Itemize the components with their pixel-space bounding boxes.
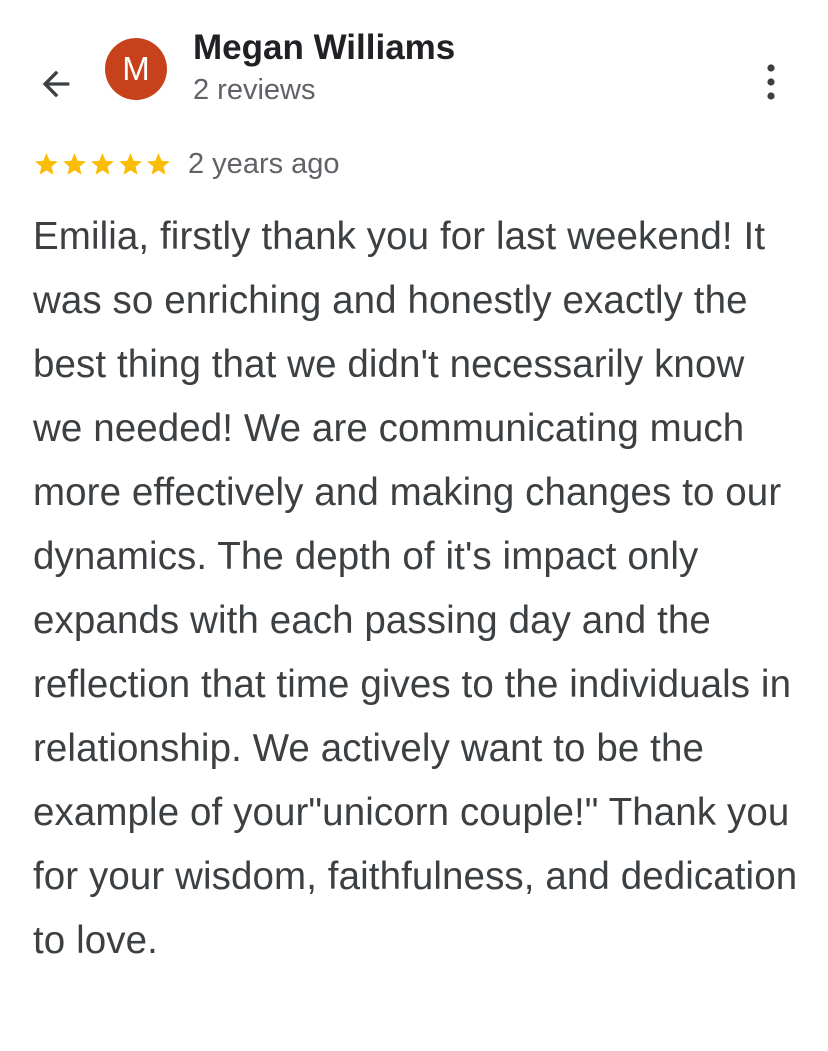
star-icon [35, 152, 58, 175]
rating-row: 2 years ago [33, 144, 340, 184]
review-header: M Megan Williams 2 reviews [0, 0, 828, 130]
star-icon [91, 152, 114, 175]
back-button[interactable] [30, 58, 82, 110]
reviewer-name[interactable]: Megan Williams [193, 28, 455, 68]
review-date: 2 years ago [188, 147, 340, 180]
star-icon [119, 152, 142, 175]
more-options-button[interactable] [748, 56, 794, 108]
avatar-initial: M [122, 50, 150, 87]
more-vertical-icon [767, 64, 775, 100]
arrow-back-icon [42, 70, 70, 98]
star-rating [33, 151, 172, 178]
review-count: 2 reviews [193, 74, 316, 106]
star-icon [63, 152, 86, 175]
star-icon [147, 152, 170, 175]
avatar[interactable]: M [105, 38, 167, 100]
review-text: Emilia, firstly thank you for last weeke… [33, 215, 798, 962]
